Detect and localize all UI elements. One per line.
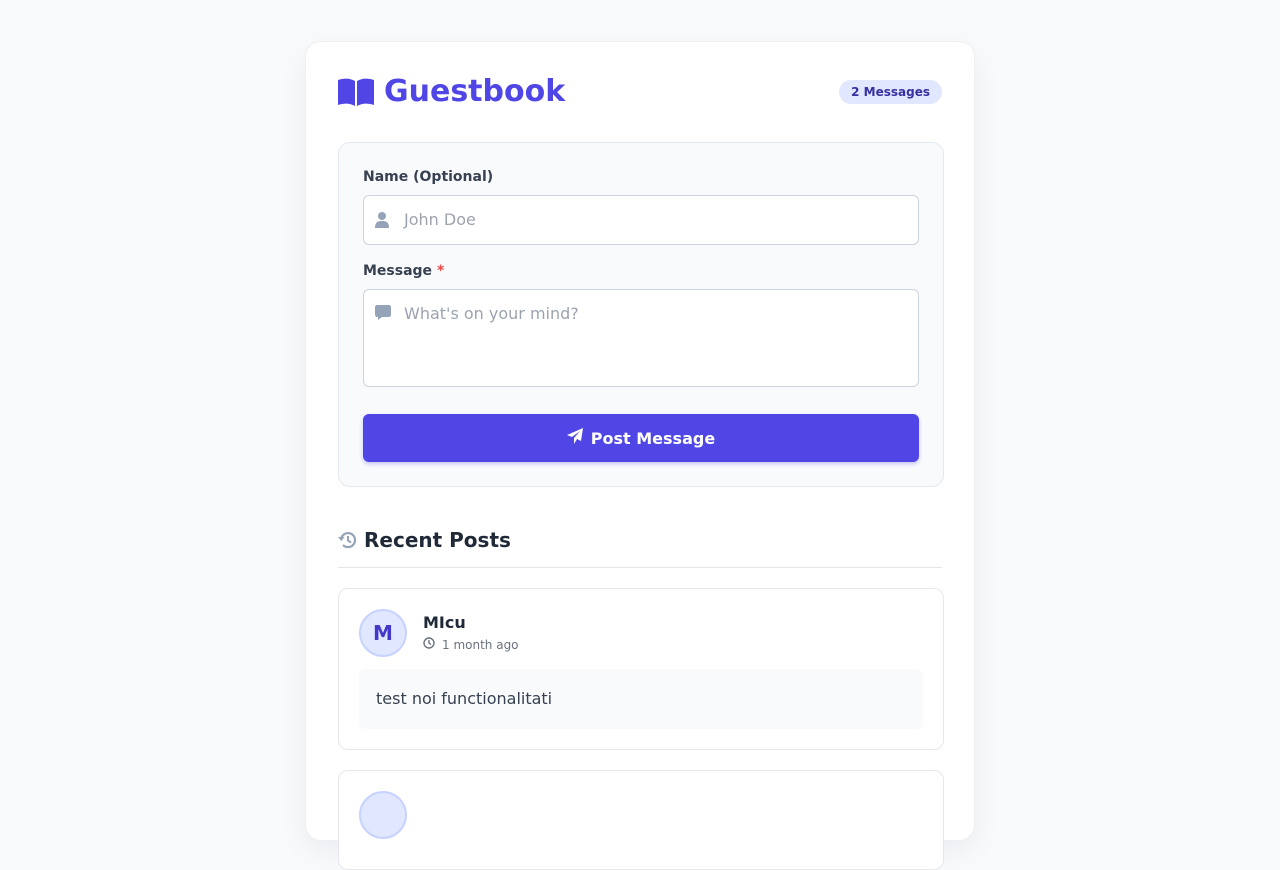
message-label: Message * (363, 263, 444, 279)
message-placeholder: What's on your mind? (404, 304, 579, 323)
message-label-text: Message (363, 263, 433, 279)
name-label: Name (Optional) (363, 169, 493, 185)
post-form: Name (Optional) John Doe Message * What'… (338, 142, 944, 487)
post-time: 1 month ago (423, 637, 519, 652)
post-message-label: Post Message (590, 428, 716, 448)
name-placeholder: John Doe (404, 210, 476, 229)
page-title-wrap: Guestbook (338, 72, 565, 112)
message-count-badge: 2 Messages (839, 80, 942, 104)
list-item: M MIcu 1 month ago test noi functionalit… (338, 588, 944, 750)
name-input[interactable]: John Doe (363, 195, 919, 245)
paper-plane-icon (566, 428, 591, 448)
comment-icon (375, 305, 391, 325)
post-time-text: 1 month ago (442, 637, 519, 652)
clock-icon (423, 637, 442, 652)
recent-posts-heading: Recent Posts (338, 526, 942, 568)
message-textarea[interactable]: What's on your mind? (363, 289, 919, 387)
name-label-text: Name (Optional) (363, 169, 494, 185)
user-icon (375, 212, 389, 232)
recent-posts-title: Recent Posts (364, 528, 511, 552)
required-mark: * (436, 263, 445, 279)
book-open-icon (338, 78, 374, 106)
post-author: MIcu (423, 613, 466, 632)
guestbook-header: Guestbook 2 Messages (338, 72, 942, 112)
guestbook-card: Guestbook 2 Messages Name (Optional) Joh… (305, 41, 975, 870)
post-message: test noi functionalitati (359, 669, 923, 729)
avatar (359, 791, 407, 839)
avatar: M (359, 609, 407, 657)
list-item (338, 770, 944, 870)
history-icon (338, 526, 358, 554)
page-title: Guestbook (384, 74, 566, 109)
post-message-button[interactable]: Post Message (363, 414, 919, 462)
